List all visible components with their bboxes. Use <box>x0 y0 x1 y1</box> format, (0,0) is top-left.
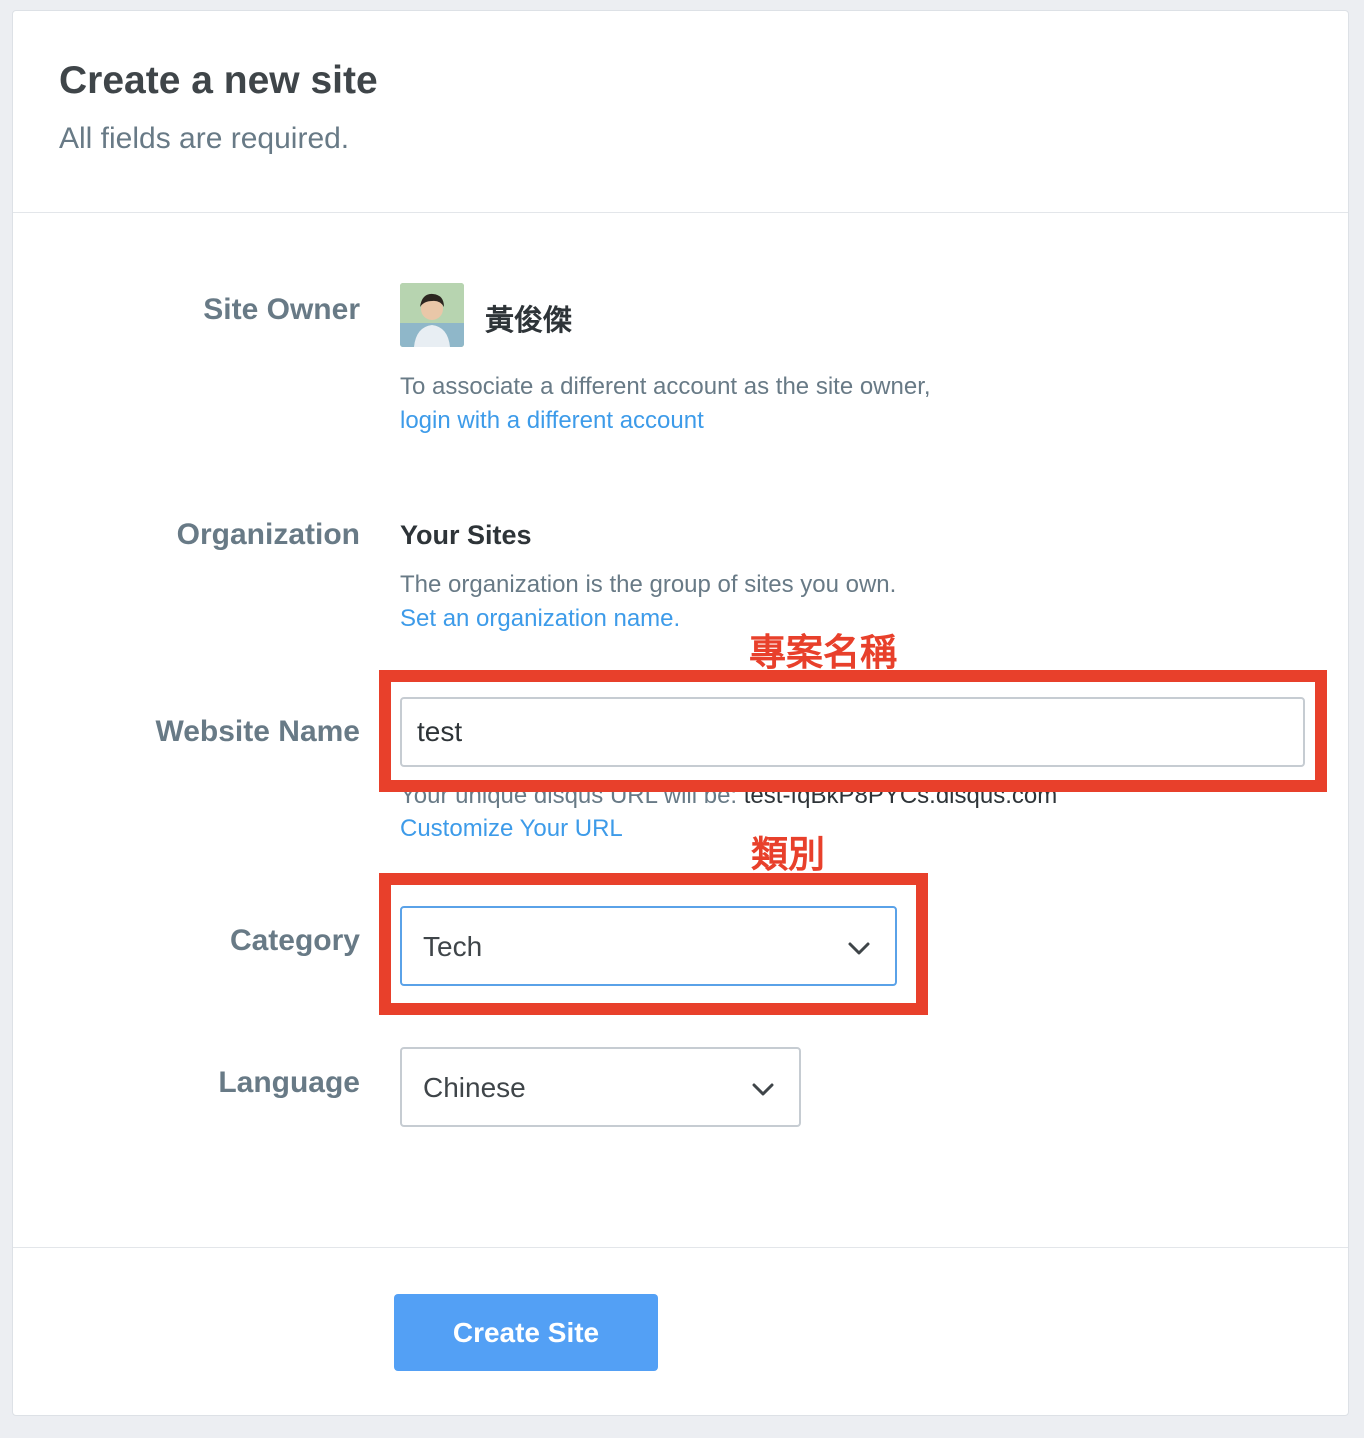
create-site-button[interactable]: Create Site <box>394 1294 658 1371</box>
language-select[interactable]: Chinese <box>400 1047 801 1127</box>
unique-url-value: test-fqBkP8PYCs.disqus.com <box>743 782 1058 809</box>
annotation-category: 類別 <box>751 834 825 875</box>
category-select[interactable]: Tech <box>400 906 897 986</box>
website-name-input[interactable]: test <box>400 697 1305 767</box>
unique-url-text: Your unique disqus URL will be: test-fqB… <box>400 782 1057 810</box>
page-subtitle: All fields are required. <box>59 122 350 155</box>
footer-divider <box>13 1247 1348 1248</box>
category-selected-value: Tech <box>423 931 483 962</box>
avatar <box>400 283 464 347</box>
card-header: Create a new site All fields are require… <box>13 11 1348 213</box>
chevron-down-icon <box>752 1083 774 1096</box>
organization-label: Organization <box>176 518 360 551</box>
create-site-card: Create a new site All fields are require… <box>12 10 1349 1416</box>
set-organization-name-link[interactable]: Set an organization name. <box>400 605 680 633</box>
page-title: Create a new site <box>59 59 378 102</box>
customize-url-link[interactable]: Customize Your URL <box>400 815 623 843</box>
owner-name: 黃俊傑 <box>485 305 573 337</box>
chevron-down-icon <box>848 942 870 955</box>
organization-name: Your Sites <box>400 520 532 550</box>
unique-url-prefix: Your unique disqus URL will be: <box>400 782 738 809</box>
annotation-project-name: 專案名稱 <box>749 632 897 673</box>
category-label: Category <box>229 924 360 957</box>
language-selected-value: Chinese <box>423 1072 526 1103</box>
website-name-label: Website Name <box>155 715 360 748</box>
site-owner-label: Site Owner <box>203 293 360 326</box>
organization-help-text: The organization is the group of sites y… <box>400 571 897 598</box>
avatar-image <box>400 283 464 347</box>
language-label: Language <box>218 1066 360 1099</box>
owner-help-text: To associate a different account as the … <box>400 373 931 400</box>
login-different-account-link[interactable]: login with a different account <box>400 407 704 435</box>
